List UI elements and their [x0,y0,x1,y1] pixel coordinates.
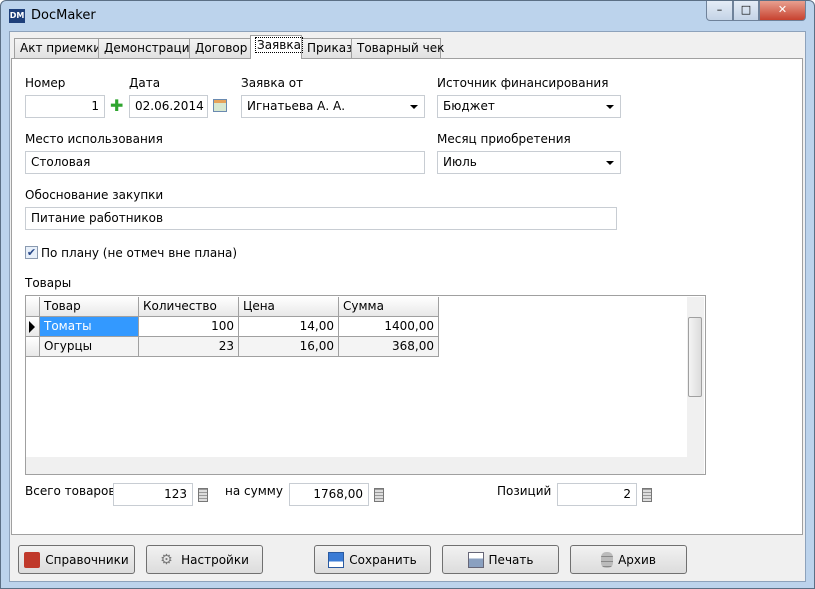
column-header-sum[interactable]: Сумма [339,297,439,317]
chevron-down-icon [606,161,614,165]
sum-label: на сумму [225,484,283,498]
total-label: Всего товаров [25,484,116,498]
row-indicator-header [26,297,40,317]
date-field[interactable]: 02.06.2014 [129,95,208,118]
references-button[interactable]: Справочники [18,545,135,574]
window-title: DocMaker [31,8,96,23]
database-icon [601,551,614,568]
table-cell[interactable]: Огурцы [40,337,139,357]
date-label: Дата [129,76,161,90]
horizontal-scrollbar[interactable] [26,457,687,474]
tab-label: Акт приемки [20,41,102,55]
plan-checkbox[interactable]: ✔ [25,246,38,259]
table-cell[interactable]: Томаты [40,317,139,337]
button-label: Настройки [181,552,249,567]
total-field[interactable]: 123 [113,483,193,506]
month-select[interactable]: Июль [437,151,621,174]
tab-request[interactable]: Заявка [250,35,303,59]
button-label: Сохранить [349,552,417,567]
reason-field[interactable]: Питание работников [25,207,617,230]
tab-demonstration[interactable]: Демонстрация [98,38,197,59]
place-field[interactable]: Столовая [25,151,425,174]
chevron-down-icon [606,105,614,109]
calculator-icon[interactable] [374,488,384,502]
table-cell[interactable]: 16,00 [239,337,339,357]
month-label: Месяц приобретения [437,132,571,146]
column-header-quantity[interactable]: Количество [139,297,239,317]
close-button[interactable]: ✕ [759,1,806,21]
plan-label[interactable]: По плану (не отмеч вне плана) [41,246,237,260]
month-value: Июль [443,155,477,169]
column-header-product[interactable]: Товар [40,297,139,317]
tab-receipt[interactable]: Товарный чек [351,38,445,59]
from-select[interactable]: Игнатьева А. А. [241,95,425,118]
app-logo: DM [9,9,25,23]
source-select[interactable]: Бюджет [437,95,621,118]
print-button[interactable]: Печать [442,545,559,574]
scroll-corner [687,457,704,474]
from-label: Заявка от [241,76,304,90]
calendar-icon[interactable] [213,99,227,112]
calculator-icon[interactable] [642,488,652,502]
place-label: Место использования [25,132,163,146]
row-header[interactable] [26,337,40,357]
book-icon [24,551,41,568]
goods-grid[interactable]: Товар Количество Цена Сумма Томаты 100 1… [25,295,706,475]
tab-contract[interactable]: Договор [189,38,251,59]
archive-button[interactable]: Архив [570,545,687,574]
positions-field[interactable]: 2 [557,483,637,506]
table-cell[interactable]: 1400,00 [339,317,439,337]
number-field[interactable]: 1 [25,95,105,118]
reason-label: Обоснование закупки [25,188,164,202]
goods-label: Товары [25,276,72,290]
tab-label: Договор [195,41,248,55]
chevron-down-icon [410,105,418,109]
button-label: Печать [488,552,534,567]
gear-icon: ⚙ [160,551,173,568]
table-cell[interactable]: 14,00 [239,317,339,337]
calculator-icon[interactable] [198,488,208,502]
plus-icon[interactable]: ✚ [110,98,123,114]
sum-field[interactable]: 1768,00 [289,483,369,506]
number-label: Номер [25,76,66,90]
floppy-disk-icon [328,551,345,568]
maximize-button[interactable]: □ [733,1,759,21]
table-cell[interactable]: 100 [139,317,239,337]
tab-label: Товарный чек [357,41,445,55]
tab-akt-priemki[interactable]: Акт приемки [14,38,102,59]
source-value: Бюджет [443,99,495,113]
from-value: Игнатьева А. А. [247,99,346,113]
table-cell[interactable]: 23 [139,337,239,357]
vertical-scrollbar[interactable] [687,297,704,457]
row-pointer-icon[interactable] [26,317,40,337]
settings-button[interactable]: ⚙ Настройки [146,545,263,574]
tab-label: Демонстрация [104,41,197,55]
table-cell[interactable]: 368,00 [339,337,439,357]
button-label: Архив [618,552,656,567]
positions-label: Позиций [497,484,552,498]
app-window: DM DocMaker – □ ✕ Акт приемки Демонстрац… [0,0,815,589]
button-label: Справочники [45,552,129,567]
scrollbar-thumb[interactable] [688,317,702,397]
save-button[interactable]: Сохранить [314,545,431,574]
column-header-price[interactable]: Цена [239,297,339,317]
tab-label: Приказ [307,41,353,55]
tab-label: Заявка [255,37,303,53]
source-label: Источник финансирования [437,76,609,90]
minimize-button[interactable]: – [706,1,733,21]
printer-icon [467,551,484,568]
tab-order[interactable]: Приказ [301,38,352,59]
